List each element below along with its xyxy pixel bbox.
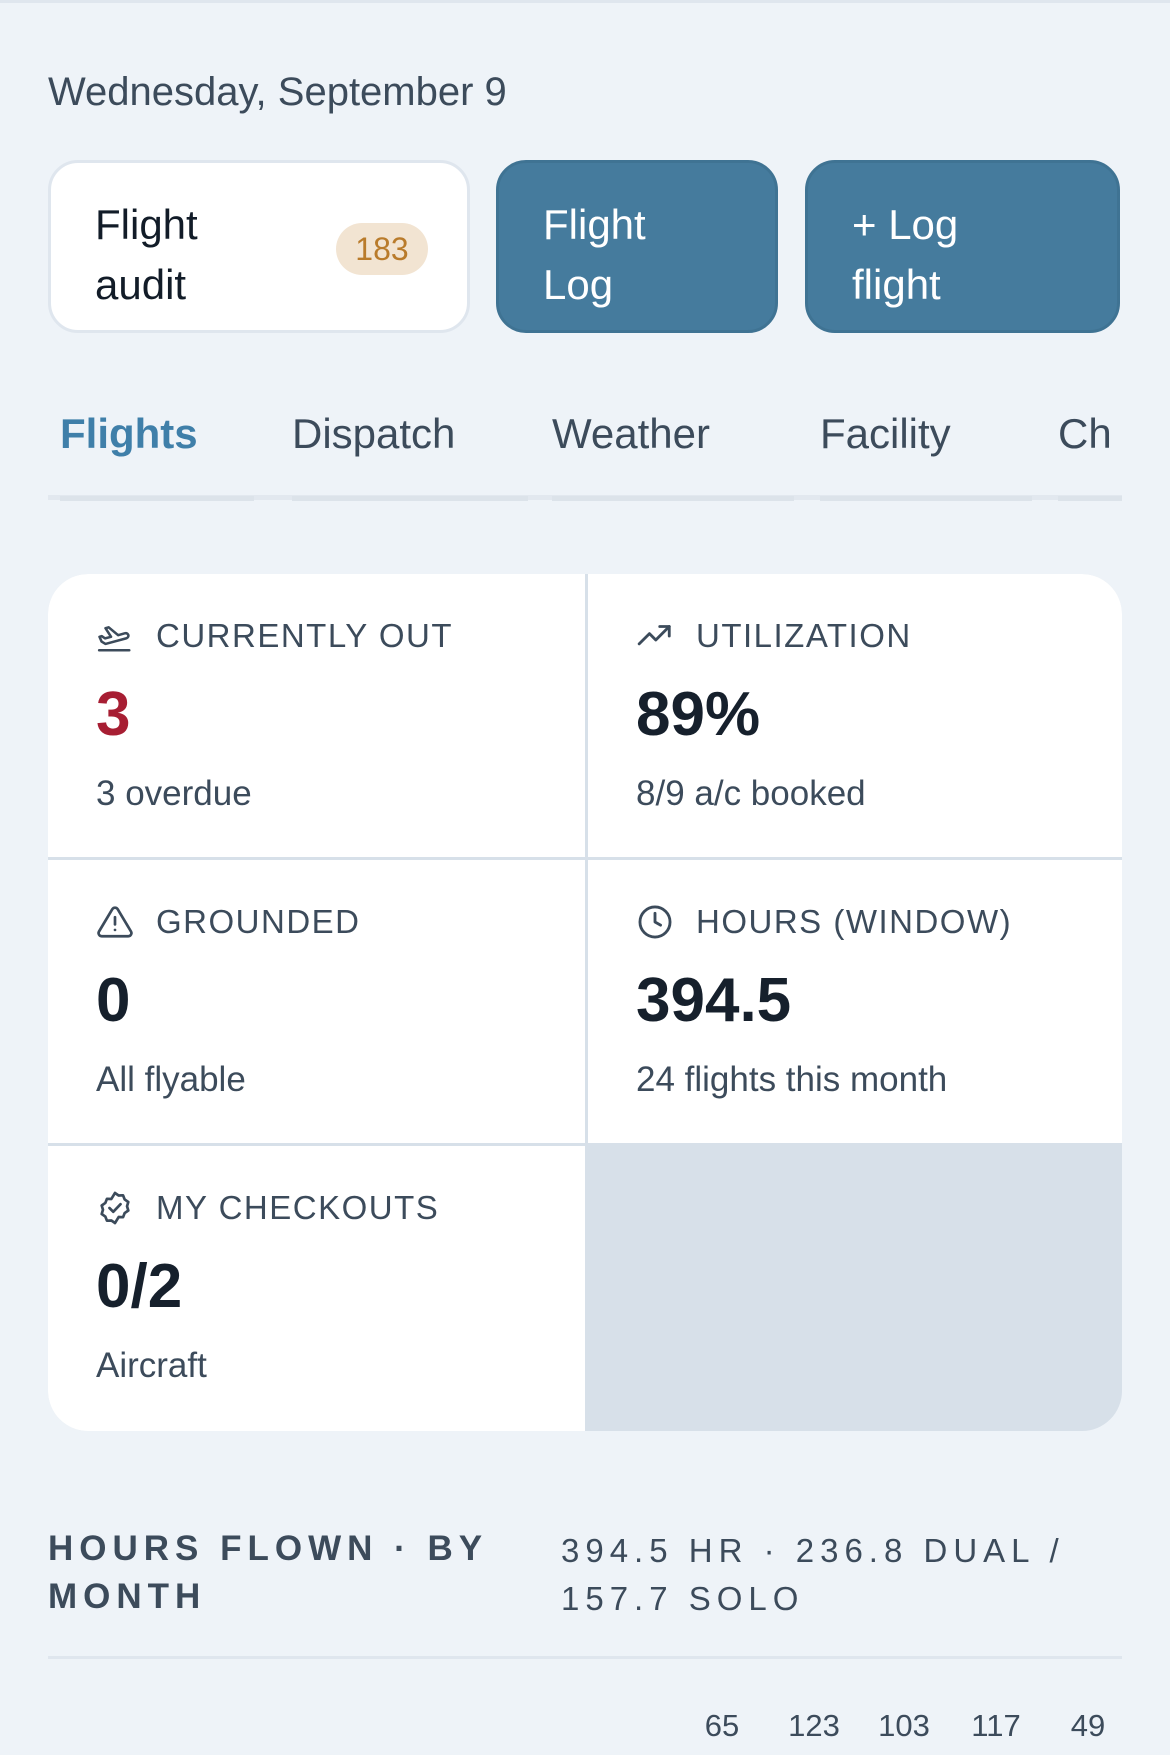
stat-hours-window-sub: 24 flights this month bbox=[636, 1060, 948, 1099]
flight-audit-count-badge: 183 bbox=[336, 223, 428, 275]
stat-grounded-header: GROUNDED bbox=[96, 902, 361, 942]
stat-currently-out-value: 3 bbox=[96, 680, 131, 749]
month-value: 103 bbox=[878, 1708, 930, 1743]
clock-icon bbox=[638, 905, 672, 939]
month-value: 117 bbox=[971, 1708, 1021, 1743]
tab-dispatch-label: Dispatch bbox=[292, 410, 456, 457]
stat-my-checkouts-label: MY CHECKOUTS bbox=[156, 1189, 440, 1226]
flight-log-label: Flight Log bbox=[543, 201, 646, 308]
section-tabs: Flights Dispatch Weather Facility Ch bbox=[48, 385, 1122, 501]
log-flight-label: + Log flight bbox=[852, 201, 959, 308]
stat-currently-out-label: CURRENTLY OUT bbox=[156, 617, 453, 654]
tab-flights-underline bbox=[60, 496, 254, 501]
month-value: 49 bbox=[1070, 1708, 1106, 1743]
tab-facility[interactable]: Facility bbox=[820, 385, 1032, 501]
log-flight-button[interactable]: + Log flight bbox=[805, 160, 1120, 333]
tab-flights[interactable]: Flights bbox=[60, 385, 254, 501]
stat-grounded[interactable]: GROUNDED 0 All flyable bbox=[48, 860, 585, 1143]
stat-utilization[interactable]: UTILIZATION 89% 8/9 a/c booked bbox=[588, 574, 1122, 857]
month-value: 65 bbox=[704, 1708, 740, 1743]
tab-facility-label: Facility bbox=[820, 410, 951, 457]
warning-triangle-icon bbox=[97, 906, 133, 938]
stat-currently-out[interactable]: CURRENTLY OUT 3 3 overdue bbox=[48, 574, 585, 857]
dashboard: Wednesday, September 9 Flight audit 183 … bbox=[48, 0, 1122, 1755]
hours-flown-divider bbox=[48, 1656, 1122, 1659]
badge-check-icon bbox=[100, 1191, 130, 1225]
tab-weather-label: Weather bbox=[552, 410, 710, 457]
flight-audit-button[interactable]: Flight audit 183 bbox=[48, 160, 470, 333]
stat-hours-window-value: 394.5 bbox=[636, 966, 792, 1035]
tab-overflow-underline bbox=[1058, 496, 1122, 501]
tab-flights-label: Flights bbox=[60, 410, 198, 457]
stat-my-checkouts-sub: Aircraft bbox=[96, 1346, 207, 1385]
tab-overflow-label: Ch bbox=[1058, 410, 1112, 457]
month-value: 123 bbox=[788, 1708, 840, 1743]
stat-grounded-value: 0 bbox=[96, 966, 131, 1035]
stat-hours-window-label: HOURS (WINDOW) bbox=[696, 903, 1013, 940]
stat-grounded-sub: All flyable bbox=[96, 1060, 246, 1099]
hours-flown-title: HOURS FLOWN · BY MONTH bbox=[48, 1529, 488, 1616]
stat-utilization-value: 89% bbox=[636, 680, 761, 749]
flight-audit-label: Flight audit bbox=[95, 201, 198, 308]
stat-my-checkouts-header: MY CHECKOUTS bbox=[96, 1188, 439, 1228]
stat-hours-window-header: HOURS (WINDOW) bbox=[636, 902, 1012, 942]
tab-dispatch[interactable]: Dispatch bbox=[292, 385, 528, 501]
tab-weather[interactable]: Weather bbox=[552, 385, 794, 501]
flight-log-button[interactable]: Flight Log bbox=[496, 160, 778, 333]
tab-overflow[interactable]: Ch bbox=[1058, 385, 1122, 501]
stat-currently-out-sub: 3 overdue bbox=[96, 774, 252, 813]
plane-departure-icon bbox=[97, 626, 131, 652]
stat-utilization-label: UTILIZATION bbox=[696, 617, 912, 654]
stat-my-checkouts[interactable]: MY CHECKOUTS 0/2 Aircraft bbox=[48, 1146, 585, 1431]
tab-dispatch-underline bbox=[292, 496, 528, 501]
stat-my-checkouts-value: 0/2 bbox=[96, 1252, 183, 1321]
page-date: Wednesday, September 9 bbox=[48, 70, 507, 114]
hours-flown-summary: 394.5 HR · 236.8 DUAL / 157.7 SOLO bbox=[561, 1532, 1065, 1617]
stat-currently-out-header: CURRENTLY OUT bbox=[96, 616, 453, 656]
trending-up-icon bbox=[637, 625, 671, 646]
tab-weather-underline bbox=[552, 496, 794, 501]
stat-utilization-header: UTILIZATION bbox=[636, 616, 912, 656]
stats-grid: CURRENTLY OUT 3 3 overdue UTILIZATION 89… bbox=[48, 574, 1122, 1431]
tab-facility-underline bbox=[820, 496, 1032, 501]
stat-utilization-sub: 8/9 a/c booked bbox=[636, 774, 866, 813]
monthly-hours-values: 65 123 103 117 49 bbox=[48, 1708, 1122, 1748]
stat-grounded-label: GROUNDED bbox=[156, 903, 361, 940]
stat-hours-window[interactable]: HOURS (WINDOW) 394.5 24 flights this mon… bbox=[588, 860, 1122, 1143]
